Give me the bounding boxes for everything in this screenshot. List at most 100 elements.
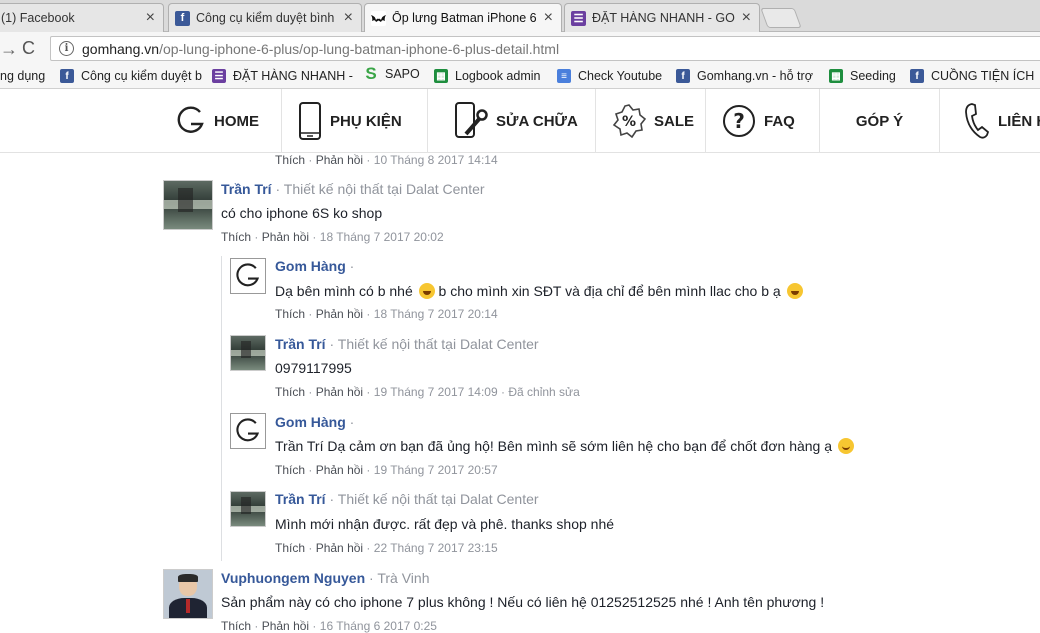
bookmark-check-youtube[interactable]: ≡ Check Youtube: [557, 69, 662, 83]
comment-meta: Thích · Phản hồi · 19 Tháng 7 2017 14:09…: [275, 385, 580, 399]
author-subtitle: · Trà Vinh: [369, 570, 430, 586]
new-tab-button[interactable]: [760, 8, 802, 28]
comment-meta: Thích · Phản hồi · 10 Tháng 8 2017 14:14: [275, 153, 498, 167]
comment-timestamp[interactable]: 18 Tháng 7 2017 20:14: [374, 307, 498, 321]
docs-icon: ≡: [557, 69, 571, 83]
reply-link[interactable]: Phản hồi: [262, 619, 309, 633]
author-subtitle: · Thiết kế nội thất tại Dalat Center: [329, 491, 539, 507]
author-name[interactable]: Trần Trí: [275, 491, 326, 507]
avatar[interactable]: [230, 258, 266, 294]
like-link[interactable]: Thích: [275, 541, 305, 555]
author-name[interactable]: Vuphuongem Nguyen: [221, 570, 365, 586]
tab-close-icon[interactable]: ×: [344, 9, 353, 27]
bookmark-moderation-tool[interactable]: f Công cụ kiểm duyệt b: [60, 69, 202, 83]
comment-text: Trần Trí Dạ cảm ơn bạn đã ủng hộ! Bên mì…: [275, 438, 854, 454]
nav-feedback[interactable]: GÓP Ý: [820, 89, 940, 153]
reload-icon[interactable]: C: [22, 38, 35, 59]
comments-section: Thích · Phản hồi · 10 Tháng 8 2017 14:14…: [0, 153, 1040, 633]
avatar[interactable]: [230, 413, 266, 449]
facebook-icon: f: [910, 69, 924, 83]
bookmark-gomhang-support[interactable]: f Gomhang.vn - hỗ trợ: [676, 69, 816, 83]
author-subtitle: ·: [349, 414, 355, 430]
comment-timestamp[interactable]: 22 Tháng 7 2017 23:15: [374, 541, 498, 555]
reply-link[interactable]: Phản hồi: [316, 541, 363, 555]
browser-tab-strip: (1) Facebook × f Công cụ kiểm duyệt bình…: [0, 0, 1040, 32]
comment-timestamp[interactable]: 19 Tháng 7 2017 20:57: [374, 463, 498, 477]
address-bar[interactable]: i gomhang.vn /op-lung-iphone-6-plus/op-l…: [50, 36, 1040, 61]
sheets-icon: ▦: [829, 69, 843, 83]
comment-text: Sản phẩm này có cho iphone 7 plus không …: [221, 594, 825, 610]
grin-emoji-icon: [786, 283, 803, 299]
author-subtitle: · Thiết kế nội thất tại Dalat Center: [329, 336, 539, 352]
svg-text:?: ?: [733, 109, 745, 133]
like-link[interactable]: Thích: [275, 153, 305, 167]
author-subtitle: · Thiết kế nội thất tại Dalat Center: [275, 181, 485, 197]
nav-accessories[interactable]: PHỤ KIỆN: [282, 89, 428, 153]
comment-header: Trần Trí · Thiết kế nội thất tại Dalat C…: [275, 491, 539, 507]
nav-repair[interactable]: SỬA CHỮA: [428, 89, 596, 153]
url-host: gomhang.vn: [82, 40, 160, 57]
comment-header: Vuphuongem Nguyen · Trà Vinh: [221, 570, 429, 586]
comment-meta: Thích · Phản hồi · 19 Tháng 7 2017 20:57: [275, 463, 498, 477]
edited-label[interactable]: Đã chỉnh sửa: [508, 385, 579, 399]
nav-home[interactable]: HOME: [176, 89, 282, 153]
reply-link[interactable]: Phản hồi: [316, 153, 363, 167]
bookmark-apps[interactable]: ng dụng: [0, 69, 45, 83]
tab-facebook[interactable]: (1) Facebook ×: [0, 3, 164, 32]
tab-close-icon[interactable]: ×: [544, 9, 553, 27]
author-name[interactable]: Trần Trí: [275, 336, 326, 352]
like-link[interactable]: Thích: [275, 307, 305, 321]
comment-meta: Thích · Phản hồi · 16 Tháng 6 2017 0:25: [221, 619, 437, 633]
comment-meta: Thích · Phản hồi · 18 Tháng 7 2017 20:14: [275, 307, 498, 321]
nav-sale[interactable]: % SALE: [596, 89, 706, 153]
comment-header: Gom Hàng ·: [275, 258, 354, 274]
author-name[interactable]: Trần Trí: [221, 181, 272, 197]
avatar[interactable]: [230, 491, 266, 527]
author-subtitle: ·: [349, 258, 355, 274]
like-link[interactable]: Thích: [275, 385, 305, 399]
comment-timestamp[interactable]: 16 Tháng 6 2017 0:25: [320, 619, 437, 633]
smile-emoji-icon: [837, 438, 854, 454]
sheets-icon: ▦: [434, 69, 448, 83]
gomhang-logo-icon: [236, 263, 260, 287]
comment-timestamp[interactable]: 10 Tháng 8 2017 14:14: [374, 153, 498, 167]
tab-moderation-tool[interactable]: f Công cụ kiểm duyệt bình ×: [168, 3, 362, 32]
reply-link[interactable]: Phản hồi: [316, 385, 363, 399]
reply-link[interactable]: Phản hồi: [316, 463, 363, 477]
facebook-icon: f: [175, 10, 190, 26]
google-forms-icon: ☰: [571, 10, 586, 26]
bookmark-utilities[interactable]: f CUỒNG TIỆN ÍCH: [910, 69, 1034, 83]
discount-badge-icon: %: [612, 104, 646, 138]
comment-timestamp[interactable]: 18 Tháng 7 2017 20:02: [320, 230, 444, 244]
gomhang-logo-icon: [176, 106, 206, 136]
comment-timestamp[interactable]: 19 Tháng 7 2017 14:09: [374, 385, 498, 399]
info-icon[interactable]: i: [59, 41, 74, 56]
like-link[interactable]: Thích: [221, 230, 251, 244]
bookmark-seeding[interactable]: ▦ Seeding: [829, 69, 896, 83]
bookmark-order-form[interactable]: ☰ ĐẶT HÀNG NHANH -: [212, 69, 353, 83]
google-forms-icon: ☰: [212, 69, 226, 83]
reply-link[interactable]: Phản hồi: [316, 307, 363, 321]
tab-close-icon[interactable]: ×: [742, 9, 751, 27]
nav-faq[interactable]: ? FAQ: [706, 89, 820, 153]
tab-close-icon[interactable]: ×: [146, 9, 155, 27]
nav-contact[interactable]: LIÊN H: [940, 89, 1040, 153]
author-name[interactable]: Gom Hàng: [275, 414, 346, 430]
avatar[interactable]: [163, 569, 213, 619]
bookmark-logbook[interactable]: ▦ Logbook admin: [434, 69, 540, 83]
like-link[interactable]: Thích: [275, 463, 305, 477]
url-path: /op-lung-iphone-6-plus/op-lung-batman-ip…: [159, 40, 560, 57]
tab-order-form[interactable]: ☰ ĐẶT HÀNG NHANH - GO ×: [564, 3, 760, 32]
phone-handset-icon: [964, 102, 990, 140]
avatar[interactable]: [230, 335, 266, 371]
reply-link[interactable]: Phản hồi: [262, 230, 309, 244]
bookmarks-bar: ng dụng f Công cụ kiểm duyệt b ☰ ĐẶT HÀN…: [0, 64, 1040, 89]
like-link[interactable]: Thích: [221, 619, 251, 633]
back-arrow-icon[interactable]: →: [0, 39, 18, 60]
comment-text: Dạ bên mình có b nhé b cho mình xin SĐT …: [275, 283, 803, 299]
comment-meta: Thích · Phản hồi · 18 Tháng 7 2017 20:02: [221, 230, 444, 244]
tab-batman-case[interactable]: Ốp lưng Batman iPhone 6 ×: [364, 3, 562, 32]
author-name[interactable]: Gom Hàng: [275, 258, 346, 274]
bookmark-sapo[interactable]: S SAPO: [364, 64, 419, 83]
avatar[interactable]: [163, 180, 213, 230]
